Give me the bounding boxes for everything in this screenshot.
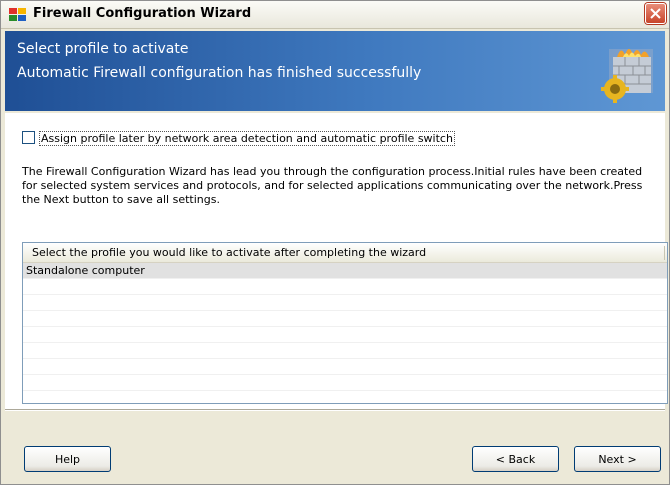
profile-list-header[interactable]: Select the profile you would like to act… <box>23 243 667 263</box>
banner-subtitle: Automatic Firewall configuration has fin… <box>17 65 422 81</box>
empty-row <box>23 279 667 295</box>
firewall-gear-icon <box>595 41 655 105</box>
close-button[interactable] <box>645 3 666 24</box>
wizard-header-banner: Select profile to activate Automatic Fir… <box>5 31 665 111</box>
profile-list-header-label: Select the profile you would like to act… <box>32 246 427 259</box>
back-button[interactable]: < Back <box>472 446 559 472</box>
assign-later-checkbox[interactable] <box>22 131 35 144</box>
empty-row <box>23 343 667 359</box>
empty-row <box>23 359 667 375</box>
list-item[interactable]: Standalone computer <box>23 263 667 279</box>
title-bar: Firewall Configuration Wizard <box>1 1 669 29</box>
empty-row <box>23 311 667 327</box>
avg-firewall-icon <box>9 6 27 22</box>
help-button[interactable]: Help <box>24 446 111 472</box>
footer-divider <box>5 409 665 411</box>
empty-row <box>23 327 667 343</box>
description-text: The Firewall Configuration Wizard has le… <box>22 165 643 206</box>
wizard-content: Assign profile later by network area det… <box>5 113 668 409</box>
wizard-window: Firewall Configuration Wizard Select pro… <box>0 0 670 485</box>
banner-title: Select profile to activate <box>17 41 189 57</box>
next-button[interactable]: Next > <box>574 446 661 472</box>
empty-row <box>23 375 667 391</box>
window-title: Firewall Configuration Wizard <box>33 6 252 21</box>
profile-list[interactable]: Select the profile you would like to act… <box>22 242 668 404</box>
empty-row <box>23 295 667 311</box>
list-item-label: Standalone computer <box>26 264 145 277</box>
assign-later-label[interactable]: Assign profile later by network area det… <box>39 131 455 146</box>
column-separator <box>664 246 665 260</box>
close-icon <box>650 8 661 19</box>
